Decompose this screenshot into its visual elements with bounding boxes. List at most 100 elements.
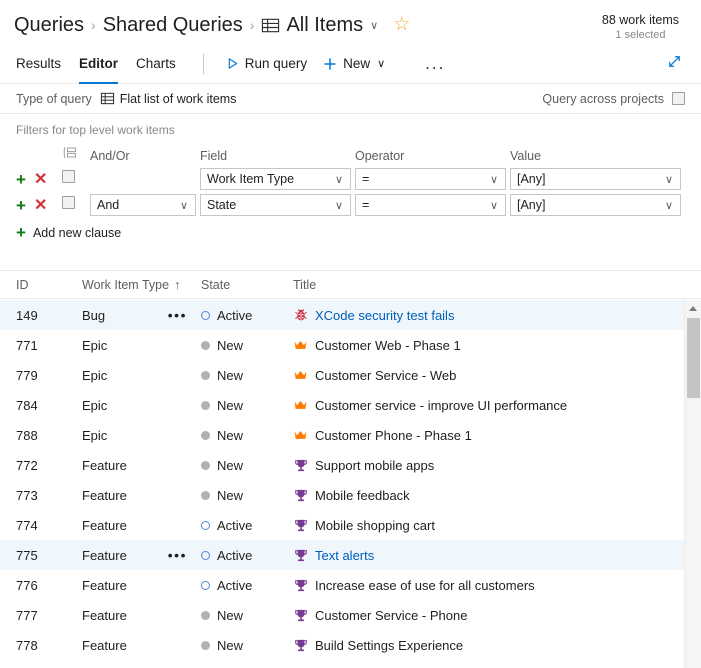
work-item-type-label: Epic <box>82 397 108 413</box>
andor-dropdown[interactable]: And ∨ <box>90 194 196 216</box>
add-new-clause-label: Add new clause <box>32 225 122 240</box>
work-item-title-link[interactable]: Support mobile apps <box>315 458 434 473</box>
expand-full-screen-button[interactable] <box>662 49 687 79</box>
tab-results[interactable]: Results <box>16 44 70 84</box>
cell-title: Build Settings Experience <box>293 638 701 653</box>
add-clause-icon[interactable]: + <box>16 171 26 188</box>
filters-actions-header <box>16 146 62 168</box>
cell-work-item-type: Epic <box>82 428 201 443</box>
tab-editor[interactable]: Editor <box>70 44 127 84</box>
value-dropdown[interactable]: [Any] ∨ <box>510 194 681 216</box>
scroll-up-arrow-icon[interactable] <box>685 300 701 317</box>
work-item-title-link[interactable]: Customer Service - Phone <box>315 608 467 623</box>
value-dropdown-value: [Any] <box>517 198 546 212</box>
chevron-down-icon: ∨ <box>179 199 188 212</box>
table-row[interactable]: 773 Feature New Mobile feedback <box>0 480 701 510</box>
state-active-icon <box>201 310 210 320</box>
filters-table: And/Or Field Operator Value + ✕ Work Ite… <box>16 146 685 220</box>
crown-icon <box>293 428 308 442</box>
delete-clause-icon[interactable]: ✕ <box>34 197 47 214</box>
cell-id: 776 <box>16 577 38 593</box>
work-item-title-link[interactable]: Customer Web - Phase 1 <box>315 338 461 353</box>
work-item-count-summary: 88 work items 1 selected <box>602 12 687 43</box>
add-clause-icon[interactable]: + <box>16 197 26 214</box>
clause-andor-cell: And ∨ <box>90 194 200 220</box>
cell-title: Customer Service - Web <box>293 368 701 383</box>
chevron-down-icon[interactable]: ∨ <box>370 19 378 32</box>
work-item-title-link[interactable]: Mobile shopping cart <box>315 518 435 533</box>
work-item-title-link[interactable]: Build Settings Experience <box>315 638 463 653</box>
column-header-title[interactable]: Title <box>293 278 701 292</box>
clause-select-cell <box>62 168 90 194</box>
row-context-menu-icon[interactable]: ••• <box>168 548 187 562</box>
cell-title: Text alerts <box>293 548 701 563</box>
work-item-title-link[interactable]: Customer Service - Web <box>315 368 456 383</box>
cell-state: New <box>201 428 293 443</box>
table-row[interactable]: 784 Epic New Customer service - improve UI … <box>0 390 701 420</box>
table-row[interactable]: 777 Feature New Customer Service - Phone <box>0 600 701 630</box>
pivot-tabs: Results Editor Charts <box>16 44 185 84</box>
grid-scrollbar[interactable] <box>684 300 701 668</box>
breadcrumb-item-label[interactable]: All Items <box>286 12 363 38</box>
cell-title: Customer service - improve UI performanc… <box>293 398 701 413</box>
column-header-id[interactable]: ID <box>16 278 82 292</box>
trophy-icon <box>293 458 308 473</box>
selected-count: 1 selected <box>615 29 666 41</box>
table-row[interactable]: 775 Feature ••• Active Text alerts <box>0 540 701 570</box>
work-item-title-link[interactable]: Mobile feedback <box>315 488 410 503</box>
row-context-menu-icon[interactable]: ••• <box>168 308 187 322</box>
value-dropdown[interactable]: [Any] ∨ <box>510 168 681 190</box>
new-work-item-button[interactable]: New ∨ <box>315 49 393 79</box>
results-grid: ID Work Item Type ↑ State Title 149 Bug ••… <box>0 270 701 668</box>
query-type-value-label: Flat list of work items <box>119 91 237 106</box>
cell-work-item-type: Epic <box>82 338 201 353</box>
table-row[interactable]: 149 Bug ••• Active XCode security test fails <box>0 300 701 330</box>
clause-checkbox[interactable] <box>62 196 75 209</box>
table-row[interactable]: 779 Epic New Customer Service - Web <box>0 360 701 390</box>
column-header-state[interactable]: State <box>201 278 293 292</box>
column-header-work-item-type[interactable]: Work Item Type ↑ <box>82 278 201 292</box>
table-row[interactable]: 774 Feature Active Mobile shopping cart <box>0 510 701 540</box>
cell-title: Customer Phone - Phase 1 <box>293 428 701 443</box>
table-row[interactable]: 772 Feature New Support mobile apps <box>0 450 701 480</box>
work-item-title-link[interactable]: Customer service - improve UI performanc… <box>315 398 567 413</box>
scrollbar-thumb[interactable] <box>687 318 700 398</box>
star-outline-icon[interactable]: ☆ <box>393 15 410 35</box>
breadcrumb-item-all-items[interactable]: All Items ∨ <box>261 12 378 38</box>
table-row[interactable]: 771 Epic New Customer Web - Phase 1 <box>0 330 701 360</box>
breadcrumb-item-queries[interactable]: Queries <box>14 12 84 38</box>
tab-charts[interactable]: Charts <box>127 44 185 84</box>
operator-dropdown-value: = <box>362 172 370 186</box>
operator-dropdown[interactable]: = ∨ <box>355 194 506 216</box>
work-item-title-link[interactable]: XCode security test fails <box>315 308 454 323</box>
breadcrumb-item-shared-queries[interactable]: Shared Queries <box>103 12 243 38</box>
chevron-down-icon[interactable]: ∨ <box>377 57 385 70</box>
table-row[interactable]: 778 Feature New Build Settings Experience <box>0 630 701 660</box>
clause-actions: + ✕ <box>16 194 62 220</box>
field-dropdown[interactable]: Work Item Type ∨ <box>200 168 351 190</box>
field-dropdown[interactable]: State ∨ <box>200 194 351 216</box>
delete-clause-icon[interactable]: ✕ <box>34 171 47 188</box>
operator-dropdown[interactable]: = ∨ <box>355 168 506 190</box>
clause-andor-cell <box>90 168 200 194</box>
query-type-value[interactable]: Flat list of work items <box>100 91 237 106</box>
query-across-projects-checkbox[interactable] <box>672 92 685 105</box>
clause-checkbox[interactable] <box>62 170 75 183</box>
cell-id: 149 <box>16 307 38 323</box>
breadcrumb: Queries › Shared Queries › All Items ∨ ☆ <box>14 12 602 38</box>
query-across-projects[interactable]: Query across projects <box>542 92 685 106</box>
add-new-clause-button[interactable]: + Add new clause <box>16 224 685 241</box>
state-label: New <box>217 397 244 413</box>
cell-work-item-type: Feature ••• <box>82 548 201 563</box>
work-item-title-link[interactable]: Text alerts <box>315 548 374 563</box>
state-label: Active <box>217 307 253 323</box>
run-query-button[interactable]: Run query <box>218 49 315 79</box>
table-row[interactable]: 788 Epic New Customer Phone - Phase 1 <box>0 420 701 450</box>
work-item-title-link[interactable]: Customer Phone - Phase 1 <box>315 428 472 443</box>
cell-state: New <box>201 458 293 473</box>
work-item-title-link[interactable]: Increase ease of use for all customers <box>315 578 535 593</box>
state-active-icon <box>201 520 210 530</box>
more-commands-button[interactable]: ... <box>415 55 455 72</box>
table-row[interactable]: 776 Feature Active Increase ease of use for… <box>0 570 701 600</box>
cell-work-item-type: Feature <box>82 488 201 503</box>
